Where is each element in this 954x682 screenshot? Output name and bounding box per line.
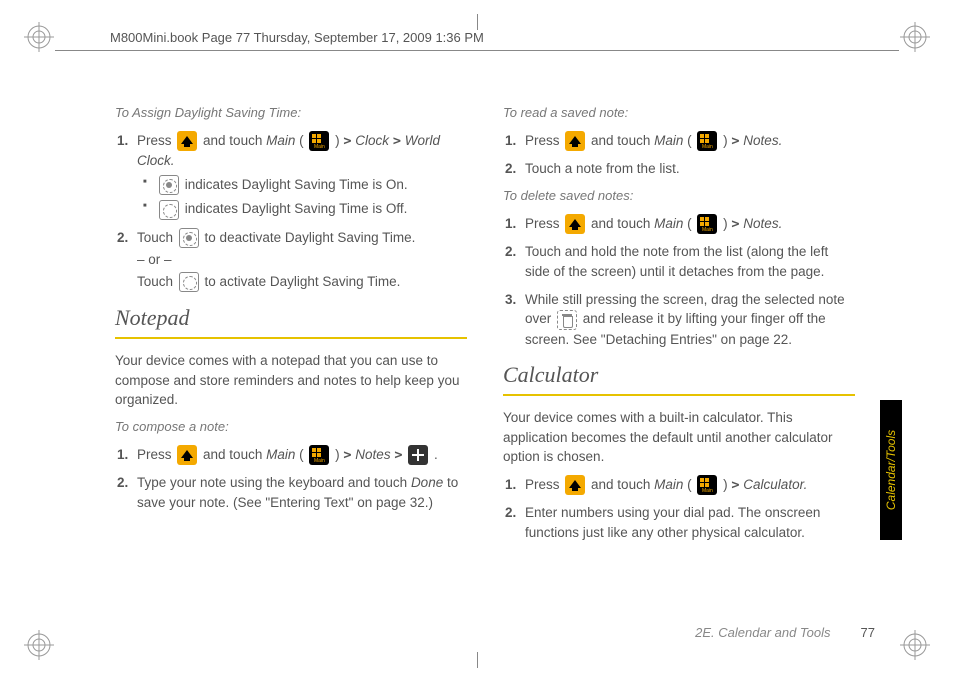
header-rule xyxy=(55,50,899,51)
main-menu-icon: Main xyxy=(309,131,329,151)
read-step-2: 2. Touch a note from the list. xyxy=(521,159,855,179)
main-menu-icon: Main xyxy=(697,475,717,495)
main-menu-icon: Main xyxy=(697,214,717,234)
delete-step-3: 3. While still pressing the screen, drag… xyxy=(521,290,855,350)
dst-off-bullet: indicates Daylight Saving Time is Off. xyxy=(143,199,467,219)
registration-mark-tr xyxy=(898,20,932,54)
main-menu-icon: Main xyxy=(697,131,717,151)
home-icon xyxy=(177,445,197,465)
page-footer: 2E. Calendar and Tools 77 xyxy=(115,625,875,640)
home-icon xyxy=(565,131,585,151)
section-notepad: Notepad xyxy=(115,302,467,334)
dst-off-icon xyxy=(179,272,199,292)
subhead-compose: To compose a note: xyxy=(115,418,467,437)
subhead-dst: To Assign Daylight Saving Time: xyxy=(115,104,467,123)
dst-on-bullet: indicates Daylight Saving Time is On. xyxy=(143,175,467,195)
page-body: To Assign Daylight Saving Time: 1. Press… xyxy=(115,100,855,640)
section-calculator: Calculator xyxy=(503,359,855,391)
read-step-1: 1. Press and touch Main ( Main ) > Notes… xyxy=(521,131,855,152)
right-column: To read a saved note: 1. Press and touch… xyxy=(503,100,855,640)
notepad-intro: Your device comes with a notepad that yo… xyxy=(115,351,467,410)
calc-intro: Your device comes with a built-in calcul… xyxy=(503,408,855,467)
footer-page-number: 77 xyxy=(861,625,875,640)
main-label: Main xyxy=(266,133,295,148)
dst-step-2: 2. Touch to deactivate Daylight Saving T… xyxy=(133,228,467,292)
side-tab-label: Calendar/Tools xyxy=(884,430,898,510)
registration-mark-tl xyxy=(22,20,56,54)
dst-off-icon xyxy=(159,200,179,220)
left-column: To Assign Daylight Saving Time: 1. Press… xyxy=(115,100,467,640)
running-header: M800Mini.book Page 77 Thursday, Septembe… xyxy=(110,30,484,45)
delete-step-2: 2. Touch and hold the note from the list… xyxy=(521,242,855,281)
footer-section: 2E. Calendar and Tools xyxy=(695,625,830,640)
subhead-read: To read a saved note: xyxy=(503,104,855,123)
registration-mark-br xyxy=(898,628,932,662)
dst-on-icon xyxy=(179,228,199,248)
bottom-crop-tick xyxy=(477,652,478,668)
calc-step-1: 1. Press and touch Main ( Main ) > Calcu… xyxy=(521,475,855,496)
home-icon xyxy=(565,475,585,495)
section-underline xyxy=(115,337,467,339)
trash-icon xyxy=(557,310,577,330)
compose-step-1: 1. Press and touch Main ( Main ) > Notes… xyxy=(133,445,467,466)
compose-step-2: 2. Type your note using the keyboard and… xyxy=(133,473,467,512)
section-underline xyxy=(503,394,855,396)
section-side-tab: Calendar/Tools xyxy=(880,400,902,540)
calc-step-2: 2. Enter numbers using your dial pad. Th… xyxy=(521,503,855,542)
or-separator: – or – xyxy=(137,250,467,270)
delete-step-1: 1. Press and touch Main ( Main ) > Notes… xyxy=(521,214,855,235)
home-icon xyxy=(565,214,585,234)
registration-mark-bl xyxy=(22,628,56,662)
home-icon xyxy=(177,131,197,151)
subhead-delete: To delete saved notes: xyxy=(503,187,855,206)
add-icon xyxy=(408,445,428,465)
dst-step-1: 1. Press and touch Main ( Main ) > Clock… xyxy=(133,131,467,220)
main-menu-icon: Main xyxy=(309,445,329,465)
top-crop-tick xyxy=(477,14,478,30)
dst-on-icon xyxy=(159,175,179,195)
